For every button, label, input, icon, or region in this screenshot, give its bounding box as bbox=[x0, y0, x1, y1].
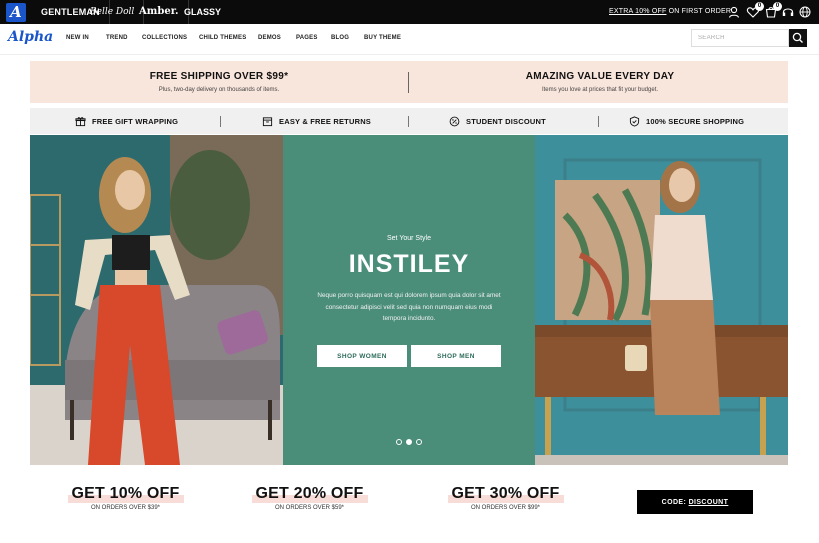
discount-code-button[interactable]: CODE: DISCOUNT bbox=[637, 490, 753, 514]
value-subtitle: Items you love at prices that fit your b… bbox=[541, 87, 659, 93]
promo-title: GET 10% OFF bbox=[67, 485, 184, 503]
globe-icon[interactable] bbox=[798, 5, 812, 19]
nav-item-demos[interactable]: DEMOS bbox=[258, 35, 281, 41]
promo-30-off[interactable]: GET 30% OFF ON ORDERS OVER $99* bbox=[438, 485, 573, 511]
top-promo-highlight: EXTRA 10% OFF bbox=[609, 8, 667, 15]
percent-icon bbox=[449, 116, 460, 126]
top-promo-text: ON FIRST ORDER bbox=[666, 8, 732, 15]
account-icon[interactable] bbox=[727, 5, 741, 19]
nav-item-buy-theme[interactable]: BUY THEME bbox=[364, 35, 401, 41]
nav-item-pages[interactable]: PAGES bbox=[296, 35, 318, 41]
feature-label: EASY & FREE RETURNS bbox=[279, 116, 372, 126]
nav-item-blog[interactable]: BLOG bbox=[331, 35, 349, 41]
top-promo[interactable]: EXTRA 10% OFF ON FIRST ORDER bbox=[609, 0, 731, 24]
code-value: DISCOUNT bbox=[688, 498, 729, 506]
feature-separator bbox=[220, 116, 221, 127]
search-icon bbox=[792, 32, 803, 43]
box-icon bbox=[262, 116, 273, 126]
hero-image-model bbox=[535, 135, 788, 465]
top-bar: A GENTLEMAN Belle Doll Amber. GLASSY EXT… bbox=[0, 0, 819, 24]
hero-image-women bbox=[30, 135, 283, 465]
promo-subtitle: ON ORDERS OVER $99* bbox=[470, 505, 541, 511]
search-button[interactable] bbox=[789, 29, 807, 47]
alpha-logo-icon[interactable]: A bbox=[6, 3, 26, 22]
nav-item-collections[interactable]: COLLECTIONS bbox=[142, 35, 187, 41]
shop-men-button[interactable]: SHOP MEN bbox=[411, 345, 501, 367]
feature-gift-wrapping: FREE GIFT WRAPPING bbox=[75, 108, 178, 134]
hero-title: INSTILEY bbox=[348, 250, 470, 278]
feature-separator bbox=[598, 116, 599, 127]
value-title: AMAZING VALUE EVERY DAY bbox=[525, 71, 675, 82]
shop-women-button[interactable]: SHOP WOMEN bbox=[317, 345, 407, 367]
slider-dot-active[interactable] bbox=[406, 439, 412, 445]
feature-separator bbox=[408, 116, 409, 127]
site-logo[interactable]: Alpha bbox=[8, 29, 53, 45]
hero-slider: Set Your Style INSTILEY Neque porro quis… bbox=[30, 135, 788, 465]
slider-dot[interactable] bbox=[396, 439, 402, 445]
promo-title: GET 30% OFF bbox=[447, 485, 564, 503]
code-prefix: CODE: bbox=[661, 498, 689, 506]
support-headset-icon[interactable] bbox=[781, 5, 795, 19]
feature-label: STUDENT DISCOUNT bbox=[466, 116, 546, 126]
nav-item-child-themes[interactable]: CHILD THEMES bbox=[199, 35, 246, 41]
promo-title: GET 20% OFF bbox=[251, 485, 368, 503]
main-nav: Alpha NEW IN TREND COLLECTIONS CHILD THE… bbox=[0, 24, 819, 55]
brand-glassy-link[interactable]: GLASSY bbox=[175, 0, 230, 24]
shield-icon bbox=[629, 115, 640, 127]
feature-label: 100% SECURE SHOPPING bbox=[646, 116, 745, 126]
promo-20-off[interactable]: GET 20% OFF ON ORDERS OVER $59* bbox=[242, 485, 377, 511]
hero-description: Neque porro quisquam est qui dolorem ips… bbox=[317, 292, 501, 322]
wishlist-icon[interactable]: 0 bbox=[746, 2, 764, 19]
info-divider bbox=[408, 72, 409, 93]
promo-subtitle: ON ORDERS OVER $59* bbox=[274, 505, 345, 511]
promo-subtitle: ON ORDERS OVER $39* bbox=[90, 505, 161, 511]
hero-kicker: Set Your Style bbox=[387, 235, 431, 242]
wishlist-count-badge: 0 bbox=[755, 2, 764, 11]
hero-content: Set Your Style INSTILEY Neque porro quis… bbox=[283, 135, 535, 465]
nav-item-new-in[interactable]: NEW IN bbox=[66, 35, 89, 41]
features-bar: FREE GIFT WRAPPING EASY & FREE RETURNS S… bbox=[30, 108, 788, 134]
slider-dots bbox=[396, 439, 422, 445]
slider-dot[interactable] bbox=[416, 439, 422, 445]
nav-item-trend[interactable]: TREND bbox=[106, 35, 128, 41]
info-banner: FREE SHIPPING OVER $99* Plus, two-day de… bbox=[30, 61, 788, 103]
shipping-subtitle: Plus, two-day delivery on thousands of i… bbox=[158, 87, 280, 93]
feature-free-returns: EASY & FREE RETURNS bbox=[262, 108, 371, 134]
gift-icon bbox=[75, 116, 86, 126]
search-input[interactable] bbox=[691, 29, 789, 47]
feature-secure-shopping: 100% SECURE SHOPPING bbox=[629, 108, 744, 134]
feature-label: FREE GIFT WRAPPING bbox=[92, 116, 179, 126]
promo-10-off[interactable]: GET 10% OFF ON ORDERS OVER $39* bbox=[58, 485, 193, 511]
shipping-title: FREE SHIPPING OVER $99* bbox=[149, 71, 289, 82]
cart-icon[interactable]: 0 bbox=[764, 2, 782, 19]
feature-student-discount: STUDENT DISCOUNT bbox=[449, 108, 546, 134]
